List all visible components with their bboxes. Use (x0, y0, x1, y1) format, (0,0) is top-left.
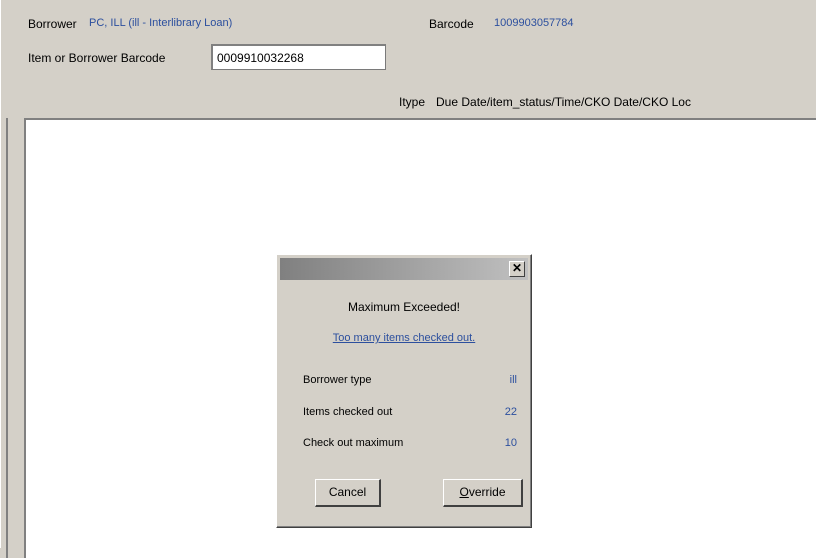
dialog-titlebar[interactable]: ✕ (280, 258, 528, 280)
cancel-button[interactable]: Cancel (315, 479, 381, 507)
column-itype: Itype (399, 95, 426, 109)
left-panel-edge (6, 118, 8, 558)
borrower-label: Borrower (28, 17, 77, 31)
checkout-maximum-value: 10 (504, 437, 517, 449)
borrower-value: PC, ILL (ill - Interlibrary Loan) (89, 17, 233, 29)
item-barcode-input[interactable] (211, 44, 386, 70)
borrower-type-value: ill (509, 374, 517, 386)
override-button[interactable]: Override (443, 479, 523, 507)
override-mnemonic: O (459, 485, 469, 499)
close-icon[interactable]: ✕ (509, 261, 525, 277)
barcode-value: 1009903057784 (494, 17, 574, 29)
column-due-date: Due Date/item_status/Time/CKO Date/CKO L… (436, 95, 691, 109)
items-checked-out-label: Items checked out (303, 406, 393, 418)
dialog-message-link[interactable]: Too many items checked out. (277, 332, 531, 344)
maximum-exceeded-dialog: ✕ Maximum Exceeded! Too many items check… (276, 254, 532, 528)
borrower-type-label: Borrower type (303, 374, 372, 386)
checkout-maximum-label: Check out maximum (303, 437, 404, 449)
barcode-label: Barcode (429, 17, 474, 31)
item-barcode-label: Item or Borrower Barcode (28, 51, 166, 65)
override-label-rest: verride (468, 485, 506, 499)
items-checked-out-value: 22 (504, 406, 517, 418)
dialog-heading: Maximum Exceeded! (347, 300, 461, 314)
